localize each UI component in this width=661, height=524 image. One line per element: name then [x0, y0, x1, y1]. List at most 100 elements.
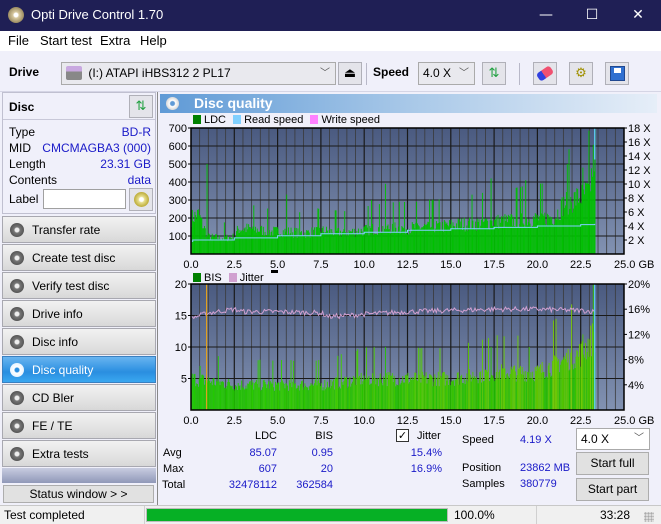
- menu-help[interactable]: Help: [140, 33, 167, 48]
- bis-bar: [386, 386, 388, 410]
- bis-bar: [590, 325, 592, 410]
- ldc-bar: [383, 231, 385, 254]
- nav-create-test-disc[interactable]: Create test disc: [2, 244, 156, 271]
- bis-bar: [374, 377, 376, 410]
- menu-file[interactable]: File: [8, 33, 29, 48]
- y-tick-label-left: 200: [169, 213, 187, 225]
- ldc-bar: [552, 223, 554, 254]
- test-speed-value: 4.0 X: [581, 432, 610, 446]
- settings-button[interactable]: ⚙: [569, 62, 593, 85]
- nav-transfer-rate[interactable]: Transfer rate: [2, 216, 156, 243]
- bis-bar: [328, 386, 330, 410]
- ldc-bar: [443, 231, 444, 254]
- nav-disc-info[interactable]: Disc info: [2, 328, 156, 355]
- bis-bar: [574, 368, 576, 410]
- disc-quality-panel: Disc quality LDC Read speed Write speed …: [157, 92, 661, 505]
- ldc-bar: [541, 183, 543, 254]
- bis-bar: [264, 381, 266, 410]
- ldc-bar: [532, 225, 534, 254]
- label-disc-button[interactable]: [129, 188, 153, 211]
- bis-bar: [452, 381, 454, 410]
- bis-bar: [432, 386, 434, 410]
- refresh-button[interactable]: ⇅: [482, 62, 506, 85]
- ldc-bar: [365, 224, 367, 254]
- ldc-bar: [398, 201, 400, 254]
- menu-extra[interactable]: Extra: [100, 33, 130, 48]
- bis-bar: [442, 372, 444, 410]
- bis-bar: [587, 338, 589, 410]
- minimize-button[interactable]: —: [523, 0, 569, 31]
- bis-bar: [268, 388, 270, 410]
- nav-disc-quality[interactable]: Disc quality: [2, 356, 156, 383]
- bis-bar: [318, 359, 320, 410]
- bis-bar: [192, 379, 194, 410]
- ldc-bar: [386, 225, 388, 254]
- bis-bar: [477, 383, 479, 410]
- y-tick-label-right: 20%: [628, 279, 650, 291]
- nav-verify-test-disc[interactable]: Verify test disc: [2, 272, 156, 299]
- speed-select[interactable]: 4.0 X ﹀: [418, 62, 475, 85]
- bis-bar: [530, 372, 532, 410]
- nav-cd-bler[interactable]: CD Bler: [2, 384, 156, 411]
- bis-bar: [560, 361, 562, 410]
- ldc-bar: [417, 223, 418, 254]
- bis-bar: [483, 380, 485, 410]
- start-part-button[interactable]: Start part: [576, 478, 649, 501]
- ldc-bar: [413, 224, 415, 254]
- status-window-button[interactable]: Status window > >: [3, 485, 154, 503]
- ldc-bar: [417, 225, 419, 254]
- ldc-bar: [579, 202, 581, 254]
- ldc-bar: [384, 183, 386, 254]
- ldc-bar: [243, 228, 245, 254]
- bis-bar: [528, 347, 530, 410]
- bis-bar: [522, 374, 524, 410]
- bis-bar: [416, 379, 418, 410]
- eject-button[interactable]: ⏏: [338, 62, 362, 85]
- bis-bar: [255, 379, 257, 410]
- ldc-bar: [590, 191, 592, 254]
- bis-bar: [373, 347, 375, 410]
- ldc-bar: [233, 240, 235, 254]
- nav-drive-info[interactable]: Drive info: [2, 300, 156, 327]
- bis-bar: [267, 384, 269, 410]
- bis-bar: [471, 376, 473, 410]
- label-input[interactable]: [43, 189, 126, 209]
- x-tick-label: 5.0: [270, 415, 285, 427]
- jitter-checkbox[interactable]: ✓: [396, 429, 409, 442]
- bis-bar: [503, 336, 505, 410]
- resize-grip-icon[interactable]: [644, 512, 654, 522]
- bis-bar: [513, 366, 515, 410]
- bis-bar: [225, 388, 227, 410]
- eraser-icon: [535, 65, 555, 82]
- nav-extra-tests[interactable]: Extra tests: [2, 440, 156, 467]
- bis-bar: [323, 390, 325, 410]
- close-button[interactable]: ✕: [615, 0, 661, 31]
- ldc-bar: [236, 231, 237, 254]
- menu-start-test[interactable]: Start test: [40, 33, 92, 48]
- drive-icon: [66, 66, 82, 80]
- bis-bar: [361, 384, 363, 410]
- test-speed-select[interactable]: 4.0 X ﹀: [576, 428, 650, 450]
- bis-bar: [579, 366, 581, 410]
- ldc-bar: [475, 221, 476, 254]
- ldc-bar: [452, 222, 454, 254]
- bis-bar: [371, 373, 373, 410]
- ldc-bar: [495, 216, 497, 254]
- drive-select[interactable]: (I:) ATAPI iHBS312 2 PL17 ﹀: [61, 62, 336, 85]
- maximize-button[interactable]: ☐: [569, 0, 615, 31]
- disc-refresh-button[interactable]: ⇅: [129, 95, 153, 118]
- ldc-bar: [408, 234, 410, 254]
- ldc-bar: [470, 228, 472, 254]
- bis-bar: [262, 380, 264, 410]
- ldc-bar: [256, 228, 258, 254]
- bis-bar: [238, 386, 240, 410]
- ldc-bar: [306, 230, 308, 254]
- erase-button[interactable]: [533, 62, 557, 85]
- nav-fe-te[interactable]: FE / TE: [2, 412, 156, 439]
- ldc-bar: [404, 233, 406, 254]
- ldc-bar: [297, 228, 299, 254]
- y-tick-label-right: 8 X: [628, 193, 645, 205]
- start-full-button[interactable]: Start full: [576, 452, 649, 475]
- bis-bar: [359, 375, 360, 410]
- save-button[interactable]: [605, 62, 629, 85]
